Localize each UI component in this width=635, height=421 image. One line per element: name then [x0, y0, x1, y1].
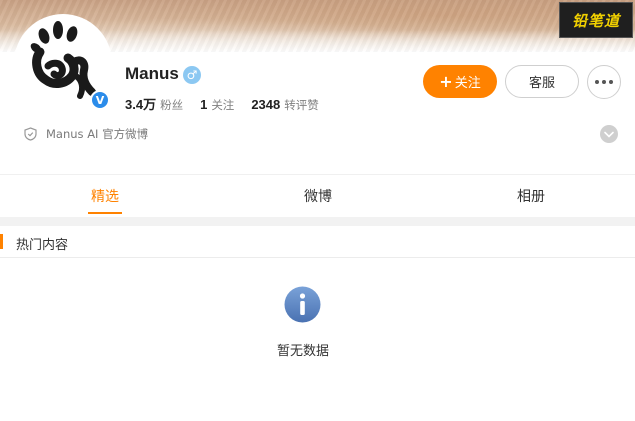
customer-service-button[interactable]: 客服 — [505, 65, 579, 98]
active-tab-indicator — [88, 212, 122, 214]
more-options-button[interactable] — [587, 65, 621, 99]
section-separator — [0, 217, 635, 226]
stat-label: 关注 — [211, 98, 235, 112]
stat-value: 3.4万 — [125, 97, 157, 112]
section-accent-bar — [0, 234, 3, 249]
dot-icon — [602, 80, 606, 84]
verified-badge-icon: V — [90, 90, 110, 110]
stat-label: 粉丝 — [160, 98, 184, 112]
empty-state-text: 暂无数据 — [276, 344, 329, 359]
stat-interactions: 2348 转评赞 — [251, 97, 318, 113]
section-title: 热门内容 — [16, 238, 69, 253]
dot-icon — [609, 80, 613, 84]
tab-featured[interactable]: 精选 — [65, 175, 145, 217]
stat-value: 2348 — [251, 97, 281, 112]
expand-chevron-button[interactable] — [600, 125, 618, 143]
plus-icon: + — [439, 71, 453, 91]
tab-bar: 精选 微博 相册 — [0, 175, 635, 217]
follow-label: 关注 — [454, 76, 481, 91]
tab-weibo[interactable]: 微博 — [278, 175, 358, 217]
profile-stats: 3.4万 粉丝 1 关注 2348 转评赞 — [125, 94, 336, 113]
dot-icon — [595, 80, 599, 84]
shield-icon — [24, 127, 37, 141]
stat-value: 1 — [200, 97, 208, 112]
stat-label: 转评赞 — [284, 98, 319, 112]
follow-button[interactable]: + 关注 — [423, 65, 497, 98]
stat-following[interactable]: 1 关注 — [200, 97, 234, 113]
chevron-down-icon — [604, 131, 614, 138]
stat-followers[interactable]: 3.4万 粉丝 — [125, 94, 183, 113]
hot-content-header: 热门内容 — [0, 226, 635, 258]
profile-name: Manus — [125, 64, 179, 83]
info-icon — [284, 286, 321, 327]
tab-album[interactable]: 相册 — [491, 175, 571, 217]
watermark-logo: 铅笔道 — [559, 2, 633, 38]
verification-text: Manus AI 官方微博 — [46, 127, 149, 141]
male-icon: ♂ — [183, 66, 201, 84]
verification-info: Manus AI 官方微博 — [24, 126, 148, 142]
service-label: 客服 — [528, 76, 555, 91]
